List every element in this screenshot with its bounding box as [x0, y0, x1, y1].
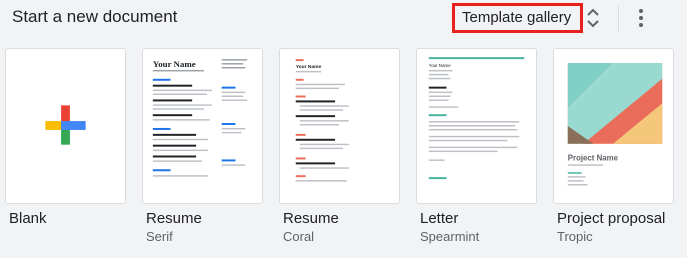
resume-serif-preview: Your Name — [152, 59, 248, 177]
resume-coral-heading: Your Name — [296, 64, 322, 70]
page-title: Start a new document — [12, 7, 178, 26]
project-proposal-heading: Project Name — [568, 153, 619, 162]
template-card-resume-serif[interactable]: Your Name — [142, 48, 263, 204]
template-title-letter-spearmint: Letter — [420, 210, 459, 227]
template-subtitle-letter-spearmint: Spearmint — [420, 229, 480, 244]
template-title-blank: Blank — [9, 210, 47, 227]
resume-coral-preview: Your Name — [295, 59, 349, 182]
letter-spearmint-preview: Your Name — [428, 57, 525, 180]
template-card-letter-spearmint[interactable]: Your Name — [416, 48, 537, 204]
template-title-resume-coral: Resume — [283, 210, 339, 227]
project-proposal-tropic-preview: Project Name — [567, 63, 663, 186]
template-subtitle-resume-serif: Serif — [146, 229, 173, 244]
resume-serif-heading: Your Name — [153, 59, 196, 69]
template-title-project-proposal: Project proposal — [557, 210, 666, 227]
template-card-resume-coral[interactable]: Your Name — [279, 48, 400, 204]
template-subtitle-project-proposal: Tropic — [557, 229, 593, 244]
unfold-more-icon[interactable] — [586, 7, 600, 29]
template-gallery-button[interactable]: Template gallery — [452, 3, 583, 33]
more-vert-icon[interactable] — [632, 6, 650, 30]
letter-spearmint-heading: Your Name — [429, 63, 451, 68]
template-card-blank[interactable] — [5, 48, 126, 204]
header-divider — [618, 6, 619, 32]
template-card-project-proposal-tropic[interactable]: Project Name — [553, 48, 674, 204]
plus-icon — [45, 105, 86, 145]
template-subtitle-resume-coral: Coral — [283, 229, 315, 244]
template-title-resume-serif: Resume — [146, 210, 202, 227]
